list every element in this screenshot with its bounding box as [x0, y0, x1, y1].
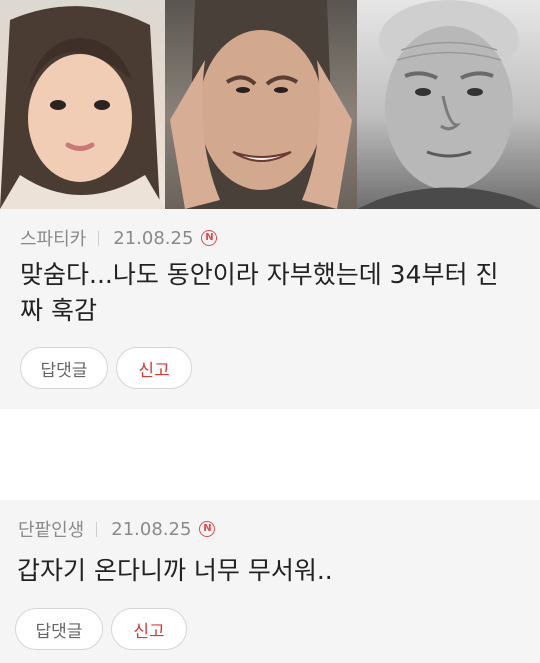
report-button[interactable]: 신고	[111, 608, 187, 650]
comment-date: 21.08.25	[111, 518, 192, 540]
comment-meta: 단팥인생 21.08.25 N	[18, 517, 216, 541]
comment-meta: 스파티카 21.08.25 N	[20, 226, 218, 250]
comment-card: 스파티카 21.08.25 N 맞숨다...나도 동안이라 자부했는데 34부터…	[0, 209, 540, 409]
comment-text: 갑자기 온다니까 너무 무서워..	[17, 556, 333, 585]
comment-actions: 답댓글 신고	[20, 347, 192, 389]
comment-author: 단팥인생	[18, 520, 85, 541]
old-man-photo	[357, 0, 540, 209]
meta-divider	[96, 521, 98, 537]
new-badge-icon: N	[199, 521, 216, 537]
meta-divider	[98, 230, 100, 246]
woman-photo	[165, 0, 357, 209]
girl-photo	[0, 0, 165, 209]
reply-button[interactable]: 답댓글	[15, 608, 103, 650]
image-strip	[0, 0, 540, 209]
new-badge-icon: N	[201, 230, 218, 246]
report-button[interactable]: 신고	[116, 347, 192, 389]
comment-author: 스파티카	[20, 229, 87, 250]
reply-button[interactable]: 답댓글	[20, 347, 108, 389]
comment-text: 맞숨다...나도 동안이라 자부했는데 34부터 진짜 훅감	[20, 260, 499, 325]
comment-card: 단팥인생 21.08.25 N 갑자기 온다니까 너무 무서워.. 답댓글 신고	[0, 500, 540, 663]
comment-date: 21.08.25	[113, 227, 194, 249]
comment-actions: 답댓글 신고	[15, 608, 187, 650]
